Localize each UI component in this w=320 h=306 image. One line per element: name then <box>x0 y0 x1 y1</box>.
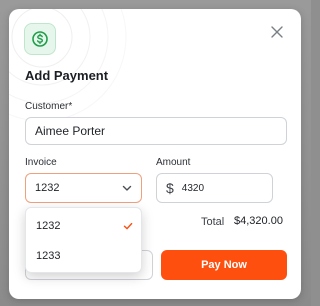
invoice-label: Invoice <box>25 157 57 168</box>
currency-symbol: $ <box>166 180 174 196</box>
invoice-selected-value: 1232 <box>35 182 60 194</box>
amount-value: 4320 <box>181 182 205 194</box>
customer-label: Customer* <box>25 101 73 112</box>
payment-icon-badge <box>24 23 56 55</box>
check-icon <box>123 222 133 230</box>
dollar-circle-icon <box>32 31 48 47</box>
invoice-dropdown-menu: 1232 1233 <box>25 207 142 273</box>
amount-input[interactable]: $ 4320 <box>156 173 273 203</box>
total-label: Total <box>201 216 225 228</box>
customer-input[interactable]: Aimee Porter <box>25 117 287 145</box>
close-icon <box>271 26 283 38</box>
pay-now-button[interactable]: Pay Now <box>161 250 287 280</box>
invoice-option-1232[interactable]: 1232 <box>26 211 141 241</box>
customer-value: Aimee Porter <box>35 124 106 138</box>
close-button[interactable] <box>270 25 284 39</box>
amount-label: Amount <box>156 157 191 168</box>
total-value: $4,320.00 <box>234 215 283 227</box>
invoice-option-label: 1233 <box>36 250 61 262</box>
invoice-option-1233[interactable]: 1233 <box>26 241 141 271</box>
invoice-select[interactable]: 1232 <box>25 173 142 203</box>
add-payment-modal: Add Payment Customer* Aimee Porter Invoi… <box>9 9 301 299</box>
modal-title: Add Payment <box>25 68 109 83</box>
chevron-down-icon <box>122 185 132 191</box>
invoice-option-label: 1232 <box>36 220 61 232</box>
